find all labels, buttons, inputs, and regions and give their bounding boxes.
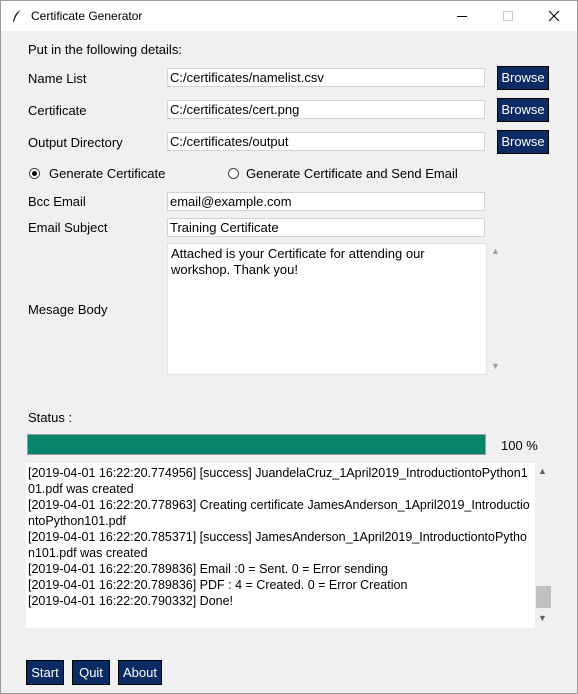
log-line: [2019-04-01 16:22:20.774956] [success] J… xyxy=(28,466,528,496)
certificate-browse-button[interactable]: Browse xyxy=(497,98,549,122)
name-list-label: Name List xyxy=(28,71,87,86)
email-subject-label: Email Subject xyxy=(28,220,108,235)
generate-certificate-radio[interactable] xyxy=(29,168,40,179)
minimize-button[interactable] xyxy=(439,1,485,31)
message-body-textarea[interactable]: Attached is your Certificate for attendi… xyxy=(167,243,487,375)
log-scroll-up-icon[interactable]: ▲ xyxy=(538,466,547,476)
bcc-email-input[interactable]: email@example.com xyxy=(167,192,485,211)
generate-and-send-label[interactable]: Generate Certificate and Send Email xyxy=(246,166,458,181)
log-line: [2019-04-01 16:22:20.778963] Creating ce… xyxy=(28,498,530,528)
certificate-input[interactable]: C:/certificates/cert.png xyxy=(167,100,485,119)
progress-bar xyxy=(27,434,486,455)
log-text: [2019-04-01 16:22:20.774956] [success] J… xyxy=(28,465,533,609)
log-line: [2019-04-01 16:22:20.790332] Done! xyxy=(28,594,234,608)
log-scroll-thumb[interactable] xyxy=(536,586,551,608)
log-line: [2019-04-01 16:22:20.789836] Email :0 = … xyxy=(28,562,388,576)
output-directory-label: Output Directory xyxy=(28,135,123,150)
status-label: Status : xyxy=(28,410,73,425)
email-subject-input[interactable]: Training Certificate xyxy=(167,218,485,237)
output-directory-browse-button[interactable]: Browse xyxy=(497,130,549,154)
start-button[interactable]: Start xyxy=(26,660,64,685)
maximize-icon xyxy=(503,11,513,21)
title-bar: Certificate Generator xyxy=(1,1,577,31)
window-title: Certificate Generator xyxy=(31,9,143,23)
log-output[interactable]: [2019-04-01 16:22:20.774956] [success] J… xyxy=(26,463,553,628)
log-scrollbar[interactable]: ▲ ▼ xyxy=(535,463,553,628)
bcc-email-label: Bcc Email xyxy=(28,194,86,209)
log-line: [2019-04-01 16:22:20.785371] [success] J… xyxy=(28,530,527,560)
log-scroll-down-icon[interactable]: ▼ xyxy=(538,613,547,623)
progress-percent: 100 % xyxy=(501,438,538,453)
message-scroll-down-icon[interactable]: ▼ xyxy=(491,361,500,371)
minimize-icon xyxy=(457,16,467,17)
close-button[interactable] xyxy=(531,1,577,31)
progress-fill xyxy=(28,435,485,454)
feather-icon xyxy=(13,10,21,22)
message-scroll-up-icon[interactable]: ▲ xyxy=(491,246,500,256)
certificate-label: Certificate xyxy=(28,103,87,118)
maximize-button[interactable] xyxy=(485,1,531,31)
name-list-browse-button[interactable]: Browse xyxy=(497,66,549,90)
message-body-label: Mesage Body xyxy=(28,302,108,317)
form-heading: Put in the following details: xyxy=(28,42,182,57)
name-list-input[interactable]: C:/certificates/namelist.csv xyxy=(167,68,485,87)
generate-and-send-radio[interactable] xyxy=(228,168,239,179)
output-directory-input[interactable]: C:/certificates/output xyxy=(167,132,485,151)
log-line: [2019-04-01 16:22:20.789836] PDF : 4 = C… xyxy=(28,578,408,592)
about-button[interactable]: About xyxy=(118,660,162,685)
quit-button[interactable]: Quit xyxy=(72,660,110,685)
generate-certificate-label[interactable]: Generate Certificate xyxy=(49,166,165,181)
close-icon xyxy=(548,10,560,22)
